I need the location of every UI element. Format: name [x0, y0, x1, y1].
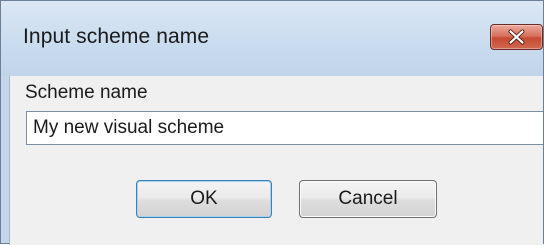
- cancel-button[interactable]: Cancel: [299, 180, 437, 218]
- ok-button[interactable]: OK: [136, 180, 272, 218]
- close-icon: [508, 29, 525, 45]
- scheme-name-label: Scheme name: [25, 82, 148, 103]
- dialog-window: Input scheme name Scheme name OK Cancel: [0, 0, 544, 245]
- close-button[interactable]: [490, 24, 543, 50]
- title-bar[interactable]: Input scheme name: [1, 1, 543, 76]
- scheme-name-input[interactable]: [26, 111, 543, 145]
- dialog-title: Input scheme name: [23, 25, 210, 48]
